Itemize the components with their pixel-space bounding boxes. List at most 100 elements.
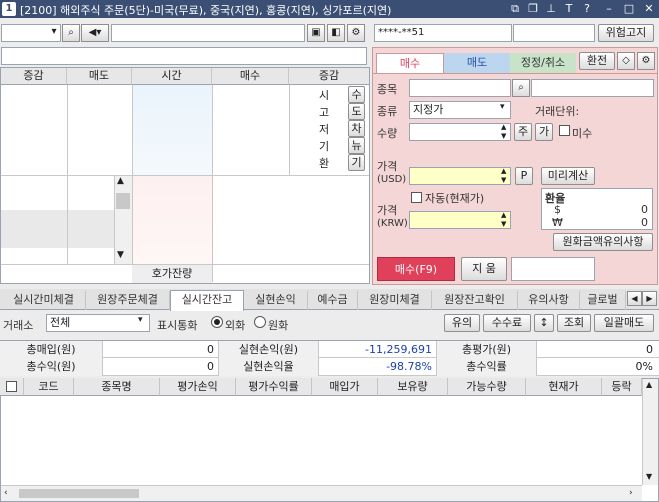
tab-global[interactable]: 글로벌 bbox=[580, 291, 626, 310]
col-holding[interactable]: 보유량 bbox=[378, 378, 448, 396]
auto-price-checkbox[interactable] bbox=[411, 192, 422, 203]
tab-modify-cancel[interactable]: 정정/취소 bbox=[510, 53, 576, 73]
submit-buy-button[interactable]: 매수(F9) bbox=[377, 257, 455, 281]
order-type-select[interactable]: 지정가 bbox=[409, 101, 511, 119]
grid-icon[interactable]: ▣ bbox=[307, 24, 325, 42]
window-title: [2100] 해외주식 주문(5단)-미국(무료), 중국(지연), 홍콩(지연… bbox=[20, 4, 392, 17]
precalc-button[interactable]: 미리계산 bbox=[541, 167, 595, 185]
font-icon[interactable]: T bbox=[562, 2, 576, 16]
naked-checkbox[interactable] bbox=[559, 125, 570, 136]
maximize-icon[interactable]: □ bbox=[622, 2, 636, 16]
price-krw-stepper[interactable]: ▲ ▼ bbox=[501, 211, 506, 229]
layout-icon[interactable]: ◧ bbox=[327, 24, 345, 42]
bid-shade bbox=[132, 175, 212, 265]
search-icon[interactable]: ⌕ bbox=[62, 24, 80, 42]
scroll-up-icon[interactable]: ▲ bbox=[646, 380, 652, 389]
bottom-tabs: 실시간미체결 원장주문체결 실시간잔고 실현손익 예수금 원장미체결 원장잔고확… bbox=[0, 289, 659, 311]
price-krw-input[interactable] bbox=[409, 211, 511, 229]
side-button-4[interactable]: 뉴 bbox=[348, 137, 365, 154]
col-available[interactable]: 가능수량 bbox=[448, 378, 526, 396]
fx-usd-value: 0 bbox=[641, 203, 648, 216]
hscroll-thumb[interactable] bbox=[19, 489, 139, 498]
notice-button[interactable]: 유의 bbox=[444, 314, 480, 332]
col-code[interactable]: 코드 bbox=[24, 378, 74, 396]
scroll-down-icon[interactable]: ▼ bbox=[646, 472, 652, 481]
reset-button[interactable]: 지 움 bbox=[461, 257, 507, 281]
link-icon[interactable]: ⧉ bbox=[508, 2, 522, 16]
tab-realized-pnl[interactable]: 실현손익 bbox=[244, 291, 308, 310]
col-change[interactable]: 등락 bbox=[602, 378, 642, 396]
radio-krw[interactable] bbox=[254, 316, 266, 328]
qty-unit-button[interactable]: 주 bbox=[514, 123, 532, 141]
col-name[interactable]: 종목명 bbox=[74, 378, 160, 396]
fx-box: 환율 $ 0 ₩ 0 bbox=[541, 188, 653, 230]
close-icon[interactable]: ✕ bbox=[642, 2, 656, 16]
chevron-down-icon[interactable]: ▾ bbox=[138, 315, 143, 325]
side-button-3[interactable]: 차 bbox=[348, 120, 365, 137]
orderbook-scrollbar[interactable]: ▲ ▼ bbox=[114, 176, 132, 264]
total-profit-value: 0 bbox=[103, 358, 219, 376]
col-buy: 매수 bbox=[212, 68, 289, 85]
help-icon[interactable]: ? bbox=[580, 2, 594, 16]
table-hscroll[interactable]: ‹ › bbox=[1, 485, 642, 501]
remaining-label: 호가잔량 bbox=[132, 265, 212, 283]
price-usd-input[interactable] bbox=[409, 167, 511, 185]
tab-deposit[interactable]: 예수금 bbox=[308, 291, 358, 310]
tab-notice[interactable]: 유의사항 bbox=[518, 291, 580, 310]
tab-scroll-left-icon[interactable]: ◀ bbox=[627, 291, 642, 306]
exchange-select[interactable]: 전체 bbox=[46, 314, 150, 332]
tab-ledger-balance-check[interactable]: 원장잔고확인 bbox=[432, 291, 518, 310]
tab-ledger-filled[interactable]: 원장주문체결 bbox=[86, 291, 170, 310]
scroll-left-icon[interactable]: ‹ bbox=[4, 488, 8, 498]
qty-max-button[interactable]: 가 bbox=[535, 123, 553, 141]
scroll-down-icon[interactable]: ▼ bbox=[117, 250, 124, 260]
sort-icon[interactable]: ↕ bbox=[534, 314, 554, 332]
side-button-2[interactable]: 도 bbox=[348, 103, 365, 120]
qty-stepper[interactable]: ▲ ▼ bbox=[501, 123, 506, 141]
col-eval-rate[interactable]: 평가수익률 bbox=[236, 378, 312, 396]
tab-sell[interactable]: 매도 bbox=[444, 53, 510, 73]
tab-realtime-unfilled[interactable]: 실시간미체결 bbox=[2, 291, 86, 310]
chevron-down-icon[interactable]: ▾ bbox=[500, 102, 505, 112]
table-vscroll[interactable]: ▲ ▼ bbox=[642, 379, 658, 485]
fee-button[interactable]: 수수료 bbox=[483, 314, 531, 332]
total-buy-value: 0 bbox=[103, 341, 219, 359]
radio-foreign[interactable] bbox=[211, 316, 223, 328]
col-current-price[interactable]: 현재가 bbox=[526, 378, 602, 396]
tab-realtime-balance[interactable]: 실시간잔고 bbox=[170, 290, 244, 311]
risk-notice-button[interactable]: 위험고지 bbox=[598, 24, 654, 42]
minimize-icon[interactable]: – bbox=[602, 2, 616, 16]
settings-icon[interactable]: ⚙ bbox=[637, 52, 655, 70]
query-button[interactable]: 조회 bbox=[557, 314, 591, 332]
fx-notice-button[interactable]: 원화금액유의사항 bbox=[553, 233, 653, 251]
tab-scroll-right-icon[interactable]: ▶ bbox=[642, 291, 657, 306]
exchange-button[interactable]: 환전 bbox=[579, 52, 615, 70]
account-select[interactable]: ****-**51 bbox=[374, 24, 512, 42]
order-stock-input[interactable] bbox=[409, 79, 511, 97]
col-buy-price[interactable]: 매입가 bbox=[312, 378, 378, 396]
side-button-1[interactable]: 수 bbox=[348, 86, 365, 103]
search-icon[interactable]: ⌕ bbox=[512, 79, 530, 97]
copy-icon[interactable]: ❐ bbox=[526, 2, 540, 16]
summary-row-1: 총매입(원) 0 실현손익(원) -11,259,691 총평가(원) 0 bbox=[0, 340, 659, 359]
chevron-down-icon[interactable]: ▾ bbox=[47, 24, 61, 42]
tab-buy[interactable]: 매수 bbox=[376, 53, 444, 73]
side-buttons: 수 도 차 뉴 기 bbox=[348, 86, 365, 171]
tab-ledger-unfilled[interactable]: 원장미체결 bbox=[358, 291, 432, 310]
scroll-thumb[interactable] bbox=[116, 193, 130, 209]
col-eval-pnl[interactable]: 평가손익 bbox=[160, 378, 236, 396]
pin-icon[interactable]: ⊥ bbox=[544, 2, 558, 16]
scroll-right-icon[interactable]: › bbox=[629, 488, 633, 498]
settings-icon[interactable]: ⚙ bbox=[347, 24, 365, 42]
side-button-5[interactable]: 기 bbox=[348, 154, 365, 171]
account-password[interactable] bbox=[513, 24, 595, 42]
speaker-icon[interactable]: ◀▾ bbox=[81, 24, 109, 42]
select-all-checkbox[interactable] bbox=[6, 381, 17, 392]
price-stepper[interactable]: ▲ ▼ bbox=[501, 167, 506, 185]
eraser-icon[interactable]: ◇ bbox=[617, 52, 635, 70]
scroll-up-icon[interactable]: ▲ bbox=[117, 176, 124, 186]
qty-input[interactable] bbox=[409, 123, 511, 141]
bulk-sell-button[interactable]: 일괄매도 bbox=[594, 314, 654, 332]
balance-table bbox=[0, 378, 659, 502]
p-button[interactable]: P bbox=[515, 167, 533, 185]
